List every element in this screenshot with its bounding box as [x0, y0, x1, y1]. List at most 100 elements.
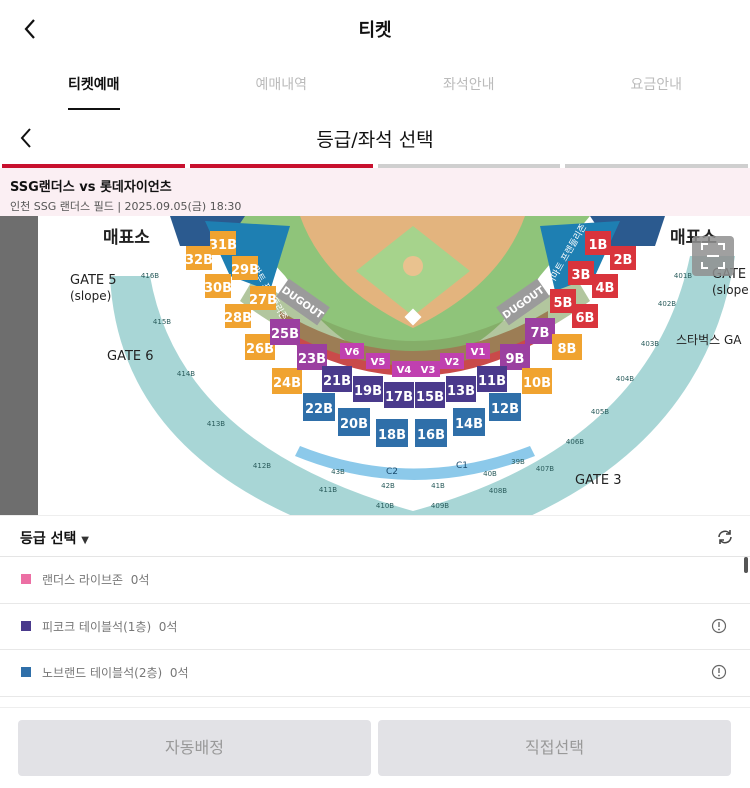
section-13B-label: 13B [447, 384, 475, 399]
section-17B-label: 17B [385, 390, 413, 405]
grade-name-text: 랜더스 라이브존 [42, 573, 124, 587]
ring-c1-label: C1 [456, 461, 468, 471]
section-411B: 411B [319, 486, 337, 494]
ticket-office-left: 매표소 [103, 228, 150, 248]
info-icon[interactable] [711, 618, 727, 634]
section-401B: 401B [674, 272, 692, 280]
section-V2-label: V2 [445, 357, 460, 368]
grade-color-swatch [21, 667, 31, 677]
gate3-label: GATE 3 [575, 473, 622, 488]
section-11B-label: 11B [478, 374, 506, 389]
tab-price-guide[interactable]: 요금안내 [563, 58, 750, 110]
section-415B: 415B [153, 318, 171, 326]
section-8B-label: 8B [558, 342, 577, 357]
caret-down-icon: ▼ [81, 535, 89, 546]
section-4B-label: 4B [596, 281, 615, 296]
section-412B: 412B [253, 462, 271, 470]
seat-map[interactable]: 이마트 프렌들리존 이마트 프렌들리존 31B 29B 27B 32B 30B … [0, 216, 750, 515]
section-21B-label: 21B [323, 374, 351, 389]
gate4-sub-label: (slope [712, 283, 749, 297]
section-413B: 413B [207, 420, 225, 428]
step-title: 등급/좌석 선택 [316, 129, 434, 151]
grade-name: 랜더스 라이브존 0석 [42, 571, 149, 588]
grade-row-landers-live[interactable]: 랜더스 라이브존 0석 [0, 557, 750, 604]
section-41B: 41B [431, 482, 445, 490]
section-V1-label: V1 [471, 347, 486, 358]
grade-name: 피코크 테이블석(1층) 0석 [42, 618, 177, 635]
section-2B-label: 2B [614, 253, 633, 268]
event-name: SSG랜더스 vs 롯데자이언츠 [10, 180, 172, 195]
grade-name: 노브랜드 테이블석(2층) 0석 [42, 664, 189, 681]
section-16B-label: 16B [417, 428, 445, 443]
section-408B: 408B [489, 487, 507, 495]
gate6-label: GATE 6 [107, 349, 154, 364]
grade-row-nobrand-table[interactable]: 노브랜드 테이블석(2층) 0석 [0, 650, 750, 697]
grade-name-text: 노브랜드 테이블석(2층) [42, 666, 163, 680]
section-40B: 40B [483, 470, 497, 478]
section-7B-label: 7B [531, 326, 550, 341]
grade-selector[interactable]: 등급 선택 ▼ [0, 515, 750, 557]
section-405B: 405B [591, 408, 609, 416]
info-icon[interactable] [711, 664, 727, 680]
section-V5-label: V5 [371, 357, 386, 368]
tab-booking-history[interactable]: 예매내역 [188, 58, 376, 110]
section-27B-label: 27B [249, 293, 277, 308]
section-30B-label: 30B [204, 281, 232, 296]
section-404B: 404B [616, 375, 634, 383]
section-15B-label: 15B [416, 390, 444, 405]
grade-count: 0석 [169, 666, 189, 680]
map-side-panel [0, 216, 38, 515]
section-28B-label: 28B [224, 311, 252, 326]
section-409B: 409B [431, 502, 449, 510]
page-title: 티켓 [358, 20, 392, 41]
section-3B-label: 3B [572, 268, 591, 283]
section-12B-label: 12B [491, 402, 519, 417]
tab-ticket-booking[interactable]: 티켓예매 [0, 58, 188, 110]
grade-select-label[interactable]: 등급 선택 ▼ [20, 528, 89, 548]
fullscreen-icon[interactable] [692, 236, 734, 276]
grade-list-scrollbar[interactable] [744, 557, 748, 573]
section-407B: 407B [536, 465, 554, 473]
section-42B: 42B [381, 482, 395, 490]
section-1B-label: 1B [589, 238, 608, 253]
grade-color-swatch [21, 620, 31, 631]
gate5-label: GATE 5 [70, 273, 117, 288]
section-19B-label: 19B [354, 384, 382, 399]
refresh-icon[interactable] [716, 528, 734, 546]
section-29B-label: 29B [231, 263, 259, 278]
bottom-actions: 자동배정 직접선택 [0, 707, 750, 788]
pitcher-mound [403, 256, 423, 276]
grade-count: 0석 [130, 573, 150, 587]
tab-bar: 티켓예매 예매내역 좌석안내 요금안내 [0, 58, 750, 110]
ring-c2-label: C2 [386, 467, 398, 477]
section-406B: 406B [566, 438, 584, 446]
event-meta: 인천 SSG 랜더스 필드 | 2025.09.05(금) 18:30 [10, 200, 242, 213]
stadium-map-svg[interactable]: 이마트 프렌들리존 이마트 프렌들리존 31B 29B 27B 32B 30B … [0, 216, 750, 515]
section-43B: 43B [331, 468, 345, 476]
section-26B-label: 26B [246, 342, 274, 357]
section-6B-label: 6B [576, 311, 595, 326]
section-25B-label: 25B [271, 327, 299, 342]
section-32B-label: 32B [185, 253, 213, 268]
tab-seat-guide[interactable]: 좌석안내 [375, 58, 563, 110]
section-414B: 414B [177, 370, 195, 378]
grade-list: 랜더스 라이브존 0석 피코크 테이블석(1층) 0석 노브랜드 테이블석(2층… [0, 557, 750, 707]
direct-select-button[interactable]: 직접선택 [378, 720, 731, 776]
section-23B-label: 23B [298, 352, 326, 367]
section-24B-label: 24B [273, 376, 301, 391]
grade-count: 0석 [158, 619, 178, 634]
grade-name-text: 피코크 테이블석(1층) [42, 619, 152, 634]
section-14B-label: 14B [455, 417, 483, 432]
section-31B-label: 31B [209, 238, 237, 253]
top-bar: 티켓 [0, 0, 750, 58]
section-22B-label: 22B [305, 402, 333, 417]
section-20B-label: 20B [340, 417, 368, 432]
section-10B-label: 10B [523, 376, 551, 391]
grade-row-peacock-table[interactable]: 피코크 테이블석(1층) 0석 [0, 604, 750, 650]
section-5B-label: 5B [554, 296, 573, 311]
grade-color-swatch [21, 574, 31, 584]
event-info: SSG랜더스 vs 롯데자이언츠 인천 SSG 랜더스 필드 | 2025.09… [0, 168, 750, 216]
section-V3-label: V3 [421, 365, 436, 376]
grade-select-text: 등급 선택 [20, 531, 77, 547]
auto-assign-button[interactable]: 자동배정 [18, 720, 371, 776]
